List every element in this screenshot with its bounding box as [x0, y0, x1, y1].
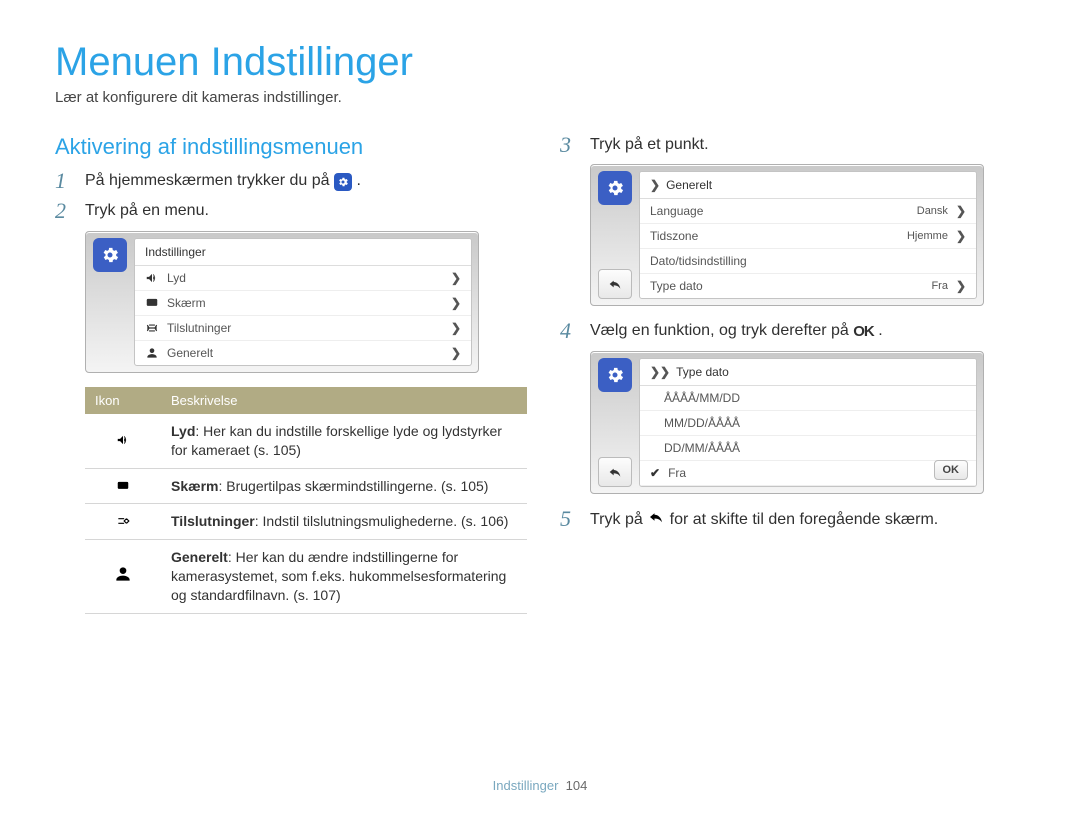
row-desc: : Indstil tilslutningsmulighederne. (s. … [255, 513, 509, 529]
step-text-part: Vælg en funktion, og tryk derefter på [590, 322, 853, 339]
step-text: Vælg en funktion, og tryk derefter på OK… [590, 320, 883, 342]
chevron-right-icon: ❯ [956, 279, 966, 293]
footer-page-number: 104 [566, 778, 588, 793]
step-text-part: . [356, 172, 360, 189]
step-text: Tryk på for at skifte til den foregående… [590, 508, 938, 533]
menu-item-value: Hjemme [907, 230, 948, 242]
date-option[interactable]: ÅÅÅÅ/MM/DD [640, 386, 976, 411]
step-text: På hjemmeskærmen trykker du på . [85, 170, 361, 192]
table-row: Skærm: Brugertilpas skærmindstillingerne… [85, 468, 527, 504]
row-desc: : Brugertilpas skærmindstillingerne. (s.… [218, 478, 488, 494]
menu-item-label: Lyd [167, 271, 443, 285]
step-number: 3 [560, 134, 580, 156]
ok-button[interactable]: OK [934, 460, 969, 480]
chevron-right-icon: ❯ [956, 204, 966, 218]
date-option[interactable]: DD/MM/ÅÅÅÅ [640, 436, 976, 461]
menu-item-datetime[interactable]: Dato/tidsindstilling [640, 249, 976, 274]
subtitle: Lær at konfigurere dit kameras indstilli… [55, 89, 1025, 106]
back-button[interactable] [598, 457, 632, 487]
row-title: Skærm [171, 478, 218, 494]
screen-icon [145, 296, 159, 310]
option-label: MM/DD/ÅÅÅÅ [650, 416, 966, 430]
date-option[interactable]: MM/DD/ÅÅÅÅ [640, 411, 976, 436]
date-option-selected[interactable]: ✔ Fra [640, 461, 976, 486]
step-text-part: for at skifte til den foregående skærm. [670, 511, 939, 528]
menu-item-label: Skærm [167, 296, 443, 310]
sound-icon [85, 414, 161, 468]
settings-app-icon [334, 173, 352, 191]
step-text: Tryk på en menu. [85, 200, 209, 222]
general-icon [85, 540, 161, 614]
row-title: Generelt [171, 549, 228, 565]
menu-item-sound[interactable]: Lyd ❯ [135, 266, 471, 291]
icon-description-table: Ikon Beskrivelse Lyd: Her kan du indstil… [85, 387, 527, 614]
connections-icon [145, 321, 159, 335]
menu-item-label: Dato/tidsindstilling [650, 254, 966, 268]
menu-item-timezone[interactable]: Tidszone Hjemme ❯ [640, 224, 976, 249]
step-text-part: På hjemmeskærmen trykker du på [85, 172, 334, 189]
step-text-part: . [878, 322, 882, 339]
check-icon: ✔ [650, 466, 660, 480]
screenshot-title-text: Generelt [666, 178, 712, 192]
step-text: Tryk på et punkt. [590, 134, 709, 156]
menu-item-language[interactable]: Language Dansk ❯ [640, 199, 976, 224]
menu-item-connections[interactable]: Tilslutninger ❯ [135, 316, 471, 341]
connections-icon [85, 504, 161, 540]
date-type-screenshot: ❯❯ Type dato ÅÅÅÅ/MM/DD MM/DD/ÅÅÅÅ DD/MM… [590, 351, 984, 494]
menu-item-value: Fra [931, 280, 948, 292]
menu-item-value: Dansk [917, 205, 948, 217]
page-footer: Indstillinger 104 [0, 778, 1080, 793]
menu-item-screen[interactable]: Skærm ❯ [135, 291, 471, 316]
menu-item-label: Tilslutninger [167, 321, 443, 335]
screenshot-title: ❯❯ Type dato [640, 359, 976, 386]
step-number: 4 [560, 320, 580, 342]
menu-item-label: Language [650, 204, 909, 218]
section-heading: Aktivering af indstillingsmenuen [55, 134, 520, 160]
general-submenu-screenshot: ❯ Generelt Language Dansk ❯ Tidszone Hje… [590, 164, 984, 306]
double-chevron-icon: ❯❯ [650, 365, 670, 379]
option-label: ÅÅÅÅ/MM/DD [650, 391, 966, 405]
table-header-desc: Beskrivelse [161, 387, 527, 414]
table-header-icon: Ikon [85, 387, 161, 414]
table-row: Lyd: Her kan du indstille forskellige ly… [85, 414, 527, 468]
step-number: 5 [560, 508, 580, 530]
option-label: DD/MM/ÅÅÅÅ [650, 441, 966, 455]
footer-section: Indstillinger [493, 778, 559, 793]
menu-item-general[interactable]: Generelt ❯ [135, 341, 471, 365]
row-title: Tilslutninger [171, 513, 255, 529]
screenshot-title-text: Type dato [676, 365, 729, 379]
general-icon [145, 346, 159, 360]
menu-item-label: Type dato [650, 279, 923, 293]
chevron-right-icon: ❯ [451, 321, 461, 335]
page-title: Menuen Indstillinger [55, 40, 1025, 85]
back-icon [647, 508, 665, 533]
gear-icon [598, 171, 632, 205]
table-row: Tilslutninger: Indstil tilslutningsmulig… [85, 504, 527, 540]
chevron-right-icon: ❯ [451, 346, 461, 360]
chevron-right-icon: ❯ [956, 229, 966, 243]
screenshot-title: Indstillinger [135, 239, 471, 266]
gear-icon [93, 238, 127, 272]
menu-item-label: Generelt [167, 346, 443, 360]
step-number: 2 [55, 200, 75, 222]
back-button[interactable] [598, 269, 632, 299]
chevron-right-icon: ❯ [451, 296, 461, 310]
menu-item-label: Tidszone [650, 229, 899, 243]
row-desc: : Her kan du indstille forskellige lyde … [171, 423, 502, 458]
menu-item-date-type[interactable]: Type dato Fra ❯ [640, 274, 976, 298]
chevron-right-icon: ❯ [650, 178, 660, 192]
screenshot-title: ❯ Generelt [640, 172, 976, 199]
gear-icon [598, 358, 632, 392]
sound-icon [145, 271, 159, 285]
chevron-right-icon: ❯ [451, 271, 461, 285]
row-title: Lyd [171, 423, 195, 439]
table-row: Generelt: Her kan du ændre indstillinger… [85, 540, 527, 614]
settings-menu-screenshot: Indstillinger Lyd ❯ Skærm ❯ [85, 231, 479, 373]
step-number: 1 [55, 170, 75, 192]
step-text-part: Tryk på [590, 511, 647, 528]
option-label: Fra [668, 466, 966, 480]
screen-icon [85, 468, 161, 504]
ok-icon: OK [853, 321, 874, 342]
